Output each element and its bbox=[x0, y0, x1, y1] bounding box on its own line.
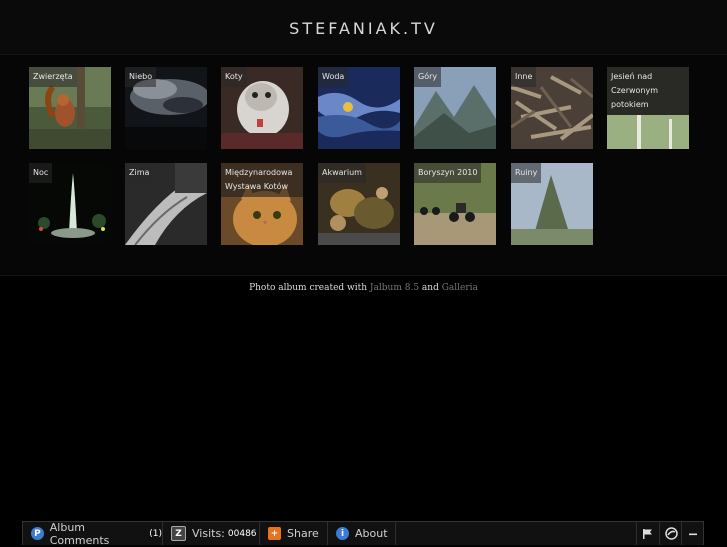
comments-count: (1) bbox=[149, 528, 162, 539]
album-label: Góry bbox=[414, 67, 442, 87]
album-thumb-niebo[interactable]: Niebo bbox=[125, 67, 207, 149]
album-thumb-noc[interactable]: Noc bbox=[29, 163, 111, 245]
album-thumb-akwarium[interactable]: Akwarium bbox=[318, 163, 400, 245]
flag-button[interactable] bbox=[636, 522, 659, 545]
album-label: Inne bbox=[511, 67, 537, 87]
credits-prefix: Photo album created with bbox=[249, 283, 368, 293]
album-thumb-ruiny[interactable]: Ruiny bbox=[511, 163, 593, 245]
album-thumb-woda[interactable]: Woda bbox=[318, 67, 400, 149]
bottom-toolbar: P Album Comments (1) Z Visits: 00486 + S… bbox=[22, 520, 704, 547]
album-label: Zima bbox=[125, 163, 154, 183]
share-label: Share bbox=[287, 527, 319, 540]
album-label: Zwierzęta bbox=[29, 67, 77, 87]
album-label: Akwarium bbox=[318, 163, 366, 183]
album-grid: Zwierzęta Niebo Koty Woda Góry Inne Jesi… bbox=[0, 55, 727, 276]
minimize-button[interactable] bbox=[681, 522, 704, 545]
album-thumb-wystawa[interactable]: Międzynarodowa Wystawa Kotów bbox=[221, 163, 303, 245]
album-label: Międzynarodowa Wystawa Kotów bbox=[221, 163, 303, 197]
plus-icon: + bbox=[268, 527, 281, 540]
info-icon: i bbox=[336, 527, 349, 540]
about-label: About bbox=[355, 527, 388, 540]
jalbum-icon bbox=[664, 527, 678, 540]
galleria-link[interactable]: Galleria bbox=[442, 283, 478, 293]
album-comments-button[interactable]: P Album Comments (1) bbox=[23, 520, 163, 547]
album-label: Jesień nad Czerwonym potokiem bbox=[607, 67, 689, 115]
counter-icon: Z bbox=[171, 526, 186, 541]
visits-count: 00486 bbox=[227, 528, 257, 539]
album-label: Noc bbox=[29, 163, 53, 183]
visits-label: Visits: bbox=[192, 527, 225, 540]
album-label: Ruiny bbox=[511, 163, 542, 183]
minus-icon bbox=[689, 533, 697, 535]
album-label: Niebo bbox=[125, 67, 157, 87]
album-thumb-zwierzeta[interactable]: Zwierzęta bbox=[29, 67, 111, 149]
site-header: STEFANIAK.TV bbox=[0, 0, 727, 55]
credits-line: Photo album created with Jalbum 8.5 and … bbox=[0, 283, 727, 293]
album-thumb-gory[interactable]: Góry bbox=[414, 67, 496, 149]
album-label: Koty bbox=[221, 67, 247, 87]
album-thumb-koty[interactable]: Koty bbox=[221, 67, 303, 149]
album-label: Woda bbox=[318, 67, 349, 87]
jalbum-link[interactable]: Jalbum 8.5 bbox=[370, 283, 419, 293]
visits-counter[interactable]: Z Visits: 00486 bbox=[163, 522, 260, 545]
jalbum-logo-button[interactable] bbox=[659, 522, 682, 545]
flag-icon bbox=[643, 528, 652, 539]
album-thumb-inne[interactable]: Inne bbox=[511, 67, 593, 149]
album-thumb-boryszyn[interactable]: Boryszyn 2010 bbox=[414, 163, 496, 245]
site-title[interactable]: STEFANIAK.TV bbox=[0, 19, 727, 38]
comments-label: Album Comments bbox=[49, 520, 110, 547]
album-thumb-jesien[interactable]: Jesień nad Czerwonym potokiem bbox=[607, 67, 689, 149]
comment-icon: P bbox=[31, 527, 44, 540]
share-button[interactable]: + Share bbox=[260, 522, 328, 545]
credits-and: and bbox=[421, 283, 439, 293]
album-thumb-zima[interactable]: Zima bbox=[125, 163, 207, 245]
album-label: Boryszyn 2010 bbox=[414, 163, 482, 183]
about-button[interactable]: i About bbox=[328, 522, 396, 545]
